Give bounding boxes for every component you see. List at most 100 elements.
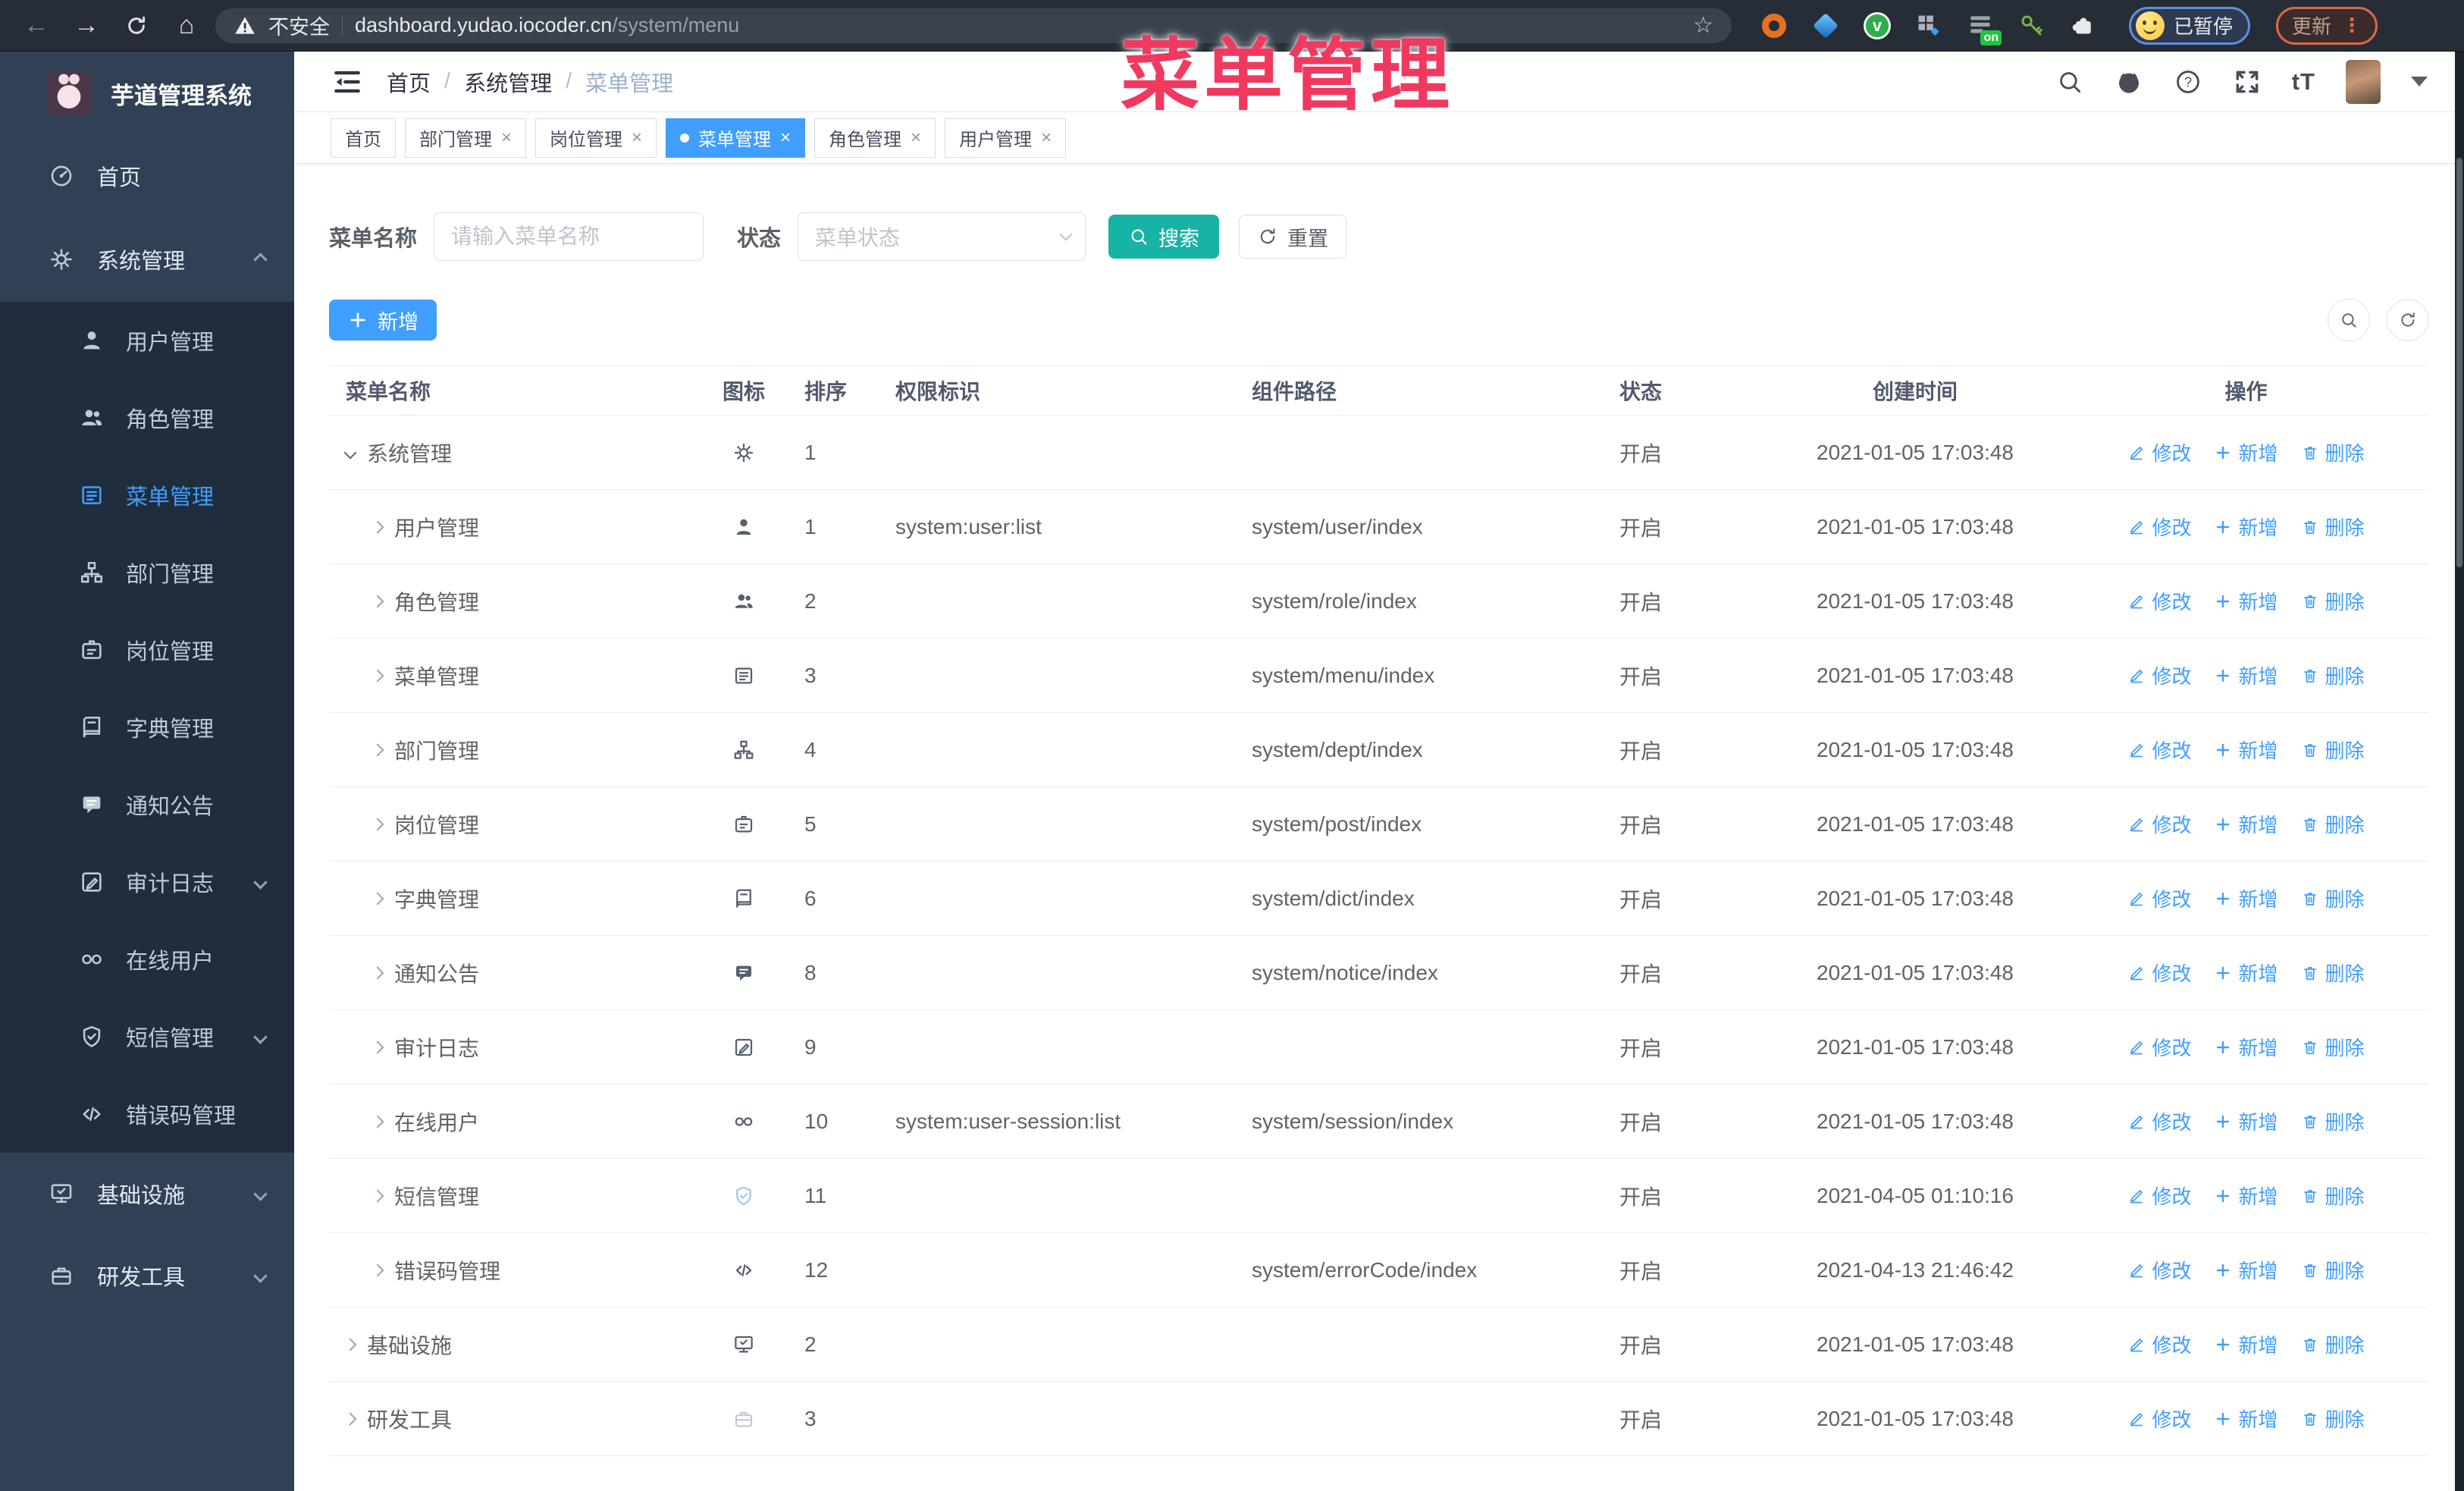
sidebar-item-基础设施[interactable]: 基础设施 [0, 1153, 294, 1235]
sidebar-item-系统管理[interactable]: 系统管理 [0, 217, 294, 302]
expand-arrow-icon[interactable] [371, 892, 384, 905]
help-icon[interactable] [2174, 67, 2202, 96]
sidebar-item-通知公告[interactable]: 通知公告 [0, 766, 294, 843]
github-icon[interactable] [2114, 67, 2143, 96]
expand-arrow-icon[interactable] [343, 1412, 357, 1425]
browser-menu-dots-icon[interactable]: ⋮ [2342, 15, 2362, 34]
sidebar-item-首页[interactable]: 首页 [0, 135, 294, 217]
tab-菜单管理[interactable]: 菜单管理 × [666, 118, 806, 158]
page-scrollbar[interactable] [2455, 52, 2464, 1491]
sidebar-item-菜单管理[interactable]: 菜单管理 [0, 457, 294, 534]
expand-arrow-icon[interactable] [371, 818, 384, 830]
green-check-circle-icon[interactable]: v [1862, 11, 1892, 41]
edit-link[interactable]: 修改 [2127, 1405, 2191, 1433]
browser-profile-button[interactable]: 已暂停 [2129, 6, 2251, 45]
edit-link[interactable]: 修改 [2127, 884, 2191, 912]
edit-link[interactable]: 修改 [2127, 587, 2191, 615]
tab-岗位管理[interactable]: 岗位管理 × [535, 118, 657, 158]
sidebar-item-部门管理[interactable]: 部门管理 [0, 534, 294, 611]
delete-link[interactable]: 删除 [2301, 959, 2365, 987]
browser-update-button[interactable]: 更新 ⋮ [2276, 6, 2378, 45]
edit-link[interactable]: 修改 [2127, 1330, 2191, 1358]
edit-link[interactable]: 修改 [2127, 1256, 2191, 1284]
delete-link[interactable]: 删除 [2301, 1107, 2365, 1135]
stack-on-icon[interactable]: on [1965, 11, 2002, 46]
delete-link[interactable]: 删除 [2301, 810, 2365, 838]
tab-角色管理[interactable]: 角色管理 × [814, 118, 936, 158]
search-button[interactable]: 搜索 [1108, 215, 1220, 259]
sidebar-item-审计日志[interactable]: 审计日志 [0, 843, 294, 921]
edit-link[interactable]: 修改 [2127, 661, 2191, 689]
expand-arrow-icon[interactable] [371, 966, 384, 979]
scrollbar-thumb[interactable] [2456, 158, 2462, 567]
expand-arrow-icon[interactable] [371, 1115, 384, 1128]
add-link[interactable]: 新增 [2214, 1256, 2278, 1284]
add-link[interactable]: 新增 [2214, 513, 2278, 541]
browser-forward-icon[interactable]: → [65, 8, 108, 44]
expand-arrow-icon[interactable] [371, 743, 384, 756]
delete-link[interactable]: 删除 [2301, 587, 2365, 615]
reset-button[interactable]: 重置 [1239, 215, 1347, 259]
sidebar-item-在线用户[interactable]: 在线用户 [0, 921, 294, 998]
orange-ring-icon[interactable] [1759, 11, 1789, 41]
tab-用户管理[interactable]: 用户管理 × [945, 118, 1067, 158]
tab-首页[interactable]: 首页 [331, 118, 396, 158]
edit-link[interactable]: 修改 [2127, 1033, 2191, 1061]
add-link[interactable]: 新增 [2214, 1330, 2278, 1358]
sidebar-item-错误码管理[interactable]: 错误码管理 [0, 1075, 294, 1153]
edit-link[interactable]: 修改 [2127, 438, 2191, 466]
close-icon[interactable]: × [632, 128, 642, 147]
grid-diamond-icon[interactable] [1914, 11, 1944, 41]
puzzle-icon[interactable] [2068, 11, 2099, 41]
add-link[interactable]: 新增 [2214, 438, 2278, 466]
add-link[interactable]: 新增 [2214, 959, 2278, 987]
tab-部门管理[interactable]: 部门管理 × [405, 118, 527, 158]
edit-link[interactable]: 修改 [2127, 736, 2191, 764]
hide-search-button[interactable] [2328, 299, 2370, 341]
edit-link[interactable]: 修改 [2127, 513, 2191, 541]
collapse-arrow-icon[interactable] [343, 446, 357, 459]
delete-link[interactable]: 删除 [2301, 513, 2365, 541]
edit-link[interactable]: 修改 [2127, 959, 2191, 987]
delete-link[interactable]: 删除 [2301, 1033, 2365, 1061]
browser-reload-icon[interactable] [115, 8, 158, 44]
search-icon[interactable] [2055, 67, 2084, 96]
delete-link[interactable]: 删除 [2301, 1405, 2365, 1433]
sidebar-item-字典管理[interactable]: 字典管理 [0, 689, 294, 766]
sidebar-item-岗位管理[interactable]: 岗位管理 [0, 611, 294, 689]
add-link[interactable]: 新增 [2214, 884, 2278, 912]
font-size-icon[interactable]: tT [2292, 68, 2315, 96]
bookmark-star-icon[interactable]: ☆ [1693, 12, 1713, 39]
menu-name-input[interactable] [434, 212, 704, 261]
avatar-caret-down-icon[interactable] [2411, 77, 2428, 86]
delete-link[interactable]: 删除 [2301, 661, 2365, 689]
expand-arrow-icon[interactable] [371, 520, 384, 533]
add-link[interactable]: 新增 [2214, 587, 2278, 615]
refresh-table-button[interactable] [2387, 299, 2429, 341]
breadcrumb-item[interactable]: 系统管理 [464, 66, 552, 98]
sidebar-item-角色管理[interactable]: 角色管理 [0, 379, 294, 457]
add-link[interactable]: 新增 [2214, 1033, 2278, 1061]
user-avatar[interactable] [2346, 59, 2381, 104]
expand-arrow-icon[interactable] [371, 1041, 384, 1053]
add-link[interactable]: 新增 [2214, 1182, 2278, 1210]
expand-arrow-icon[interactable] [343, 1338, 357, 1351]
expand-arrow-icon[interactable] [371, 1189, 384, 1202]
delete-link[interactable]: 删除 [2301, 884, 2365, 912]
delete-link[interactable]: 删除 [2301, 1330, 2365, 1358]
delete-link[interactable]: 删除 [2301, 1256, 2365, 1284]
expand-arrow-icon[interactable] [371, 1263, 384, 1276]
edit-link[interactable]: 修改 [2127, 810, 2191, 838]
close-icon[interactable]: × [1041, 128, 1052, 147]
sidebar-collapse-icon[interactable] [331, 65, 364, 99]
add-link[interactable]: 新增 [2214, 1405, 2278, 1433]
delete-link[interactable]: 删除 [2301, 438, 2365, 466]
delete-link[interactable]: 删除 [2301, 1182, 2365, 1210]
status-select[interactable]: 菜单状态 [798, 212, 1086, 261]
close-icon[interactable]: × [911, 128, 921, 147]
fullscreen-icon[interactable] [2233, 67, 2262, 96]
edit-link[interactable]: 修改 [2127, 1107, 2191, 1135]
app-logo-row[interactable]: 芋道管理系统 [0, 52, 294, 135]
delete-link[interactable]: 删除 [2301, 736, 2365, 764]
expand-arrow-icon[interactable] [371, 595, 384, 607]
